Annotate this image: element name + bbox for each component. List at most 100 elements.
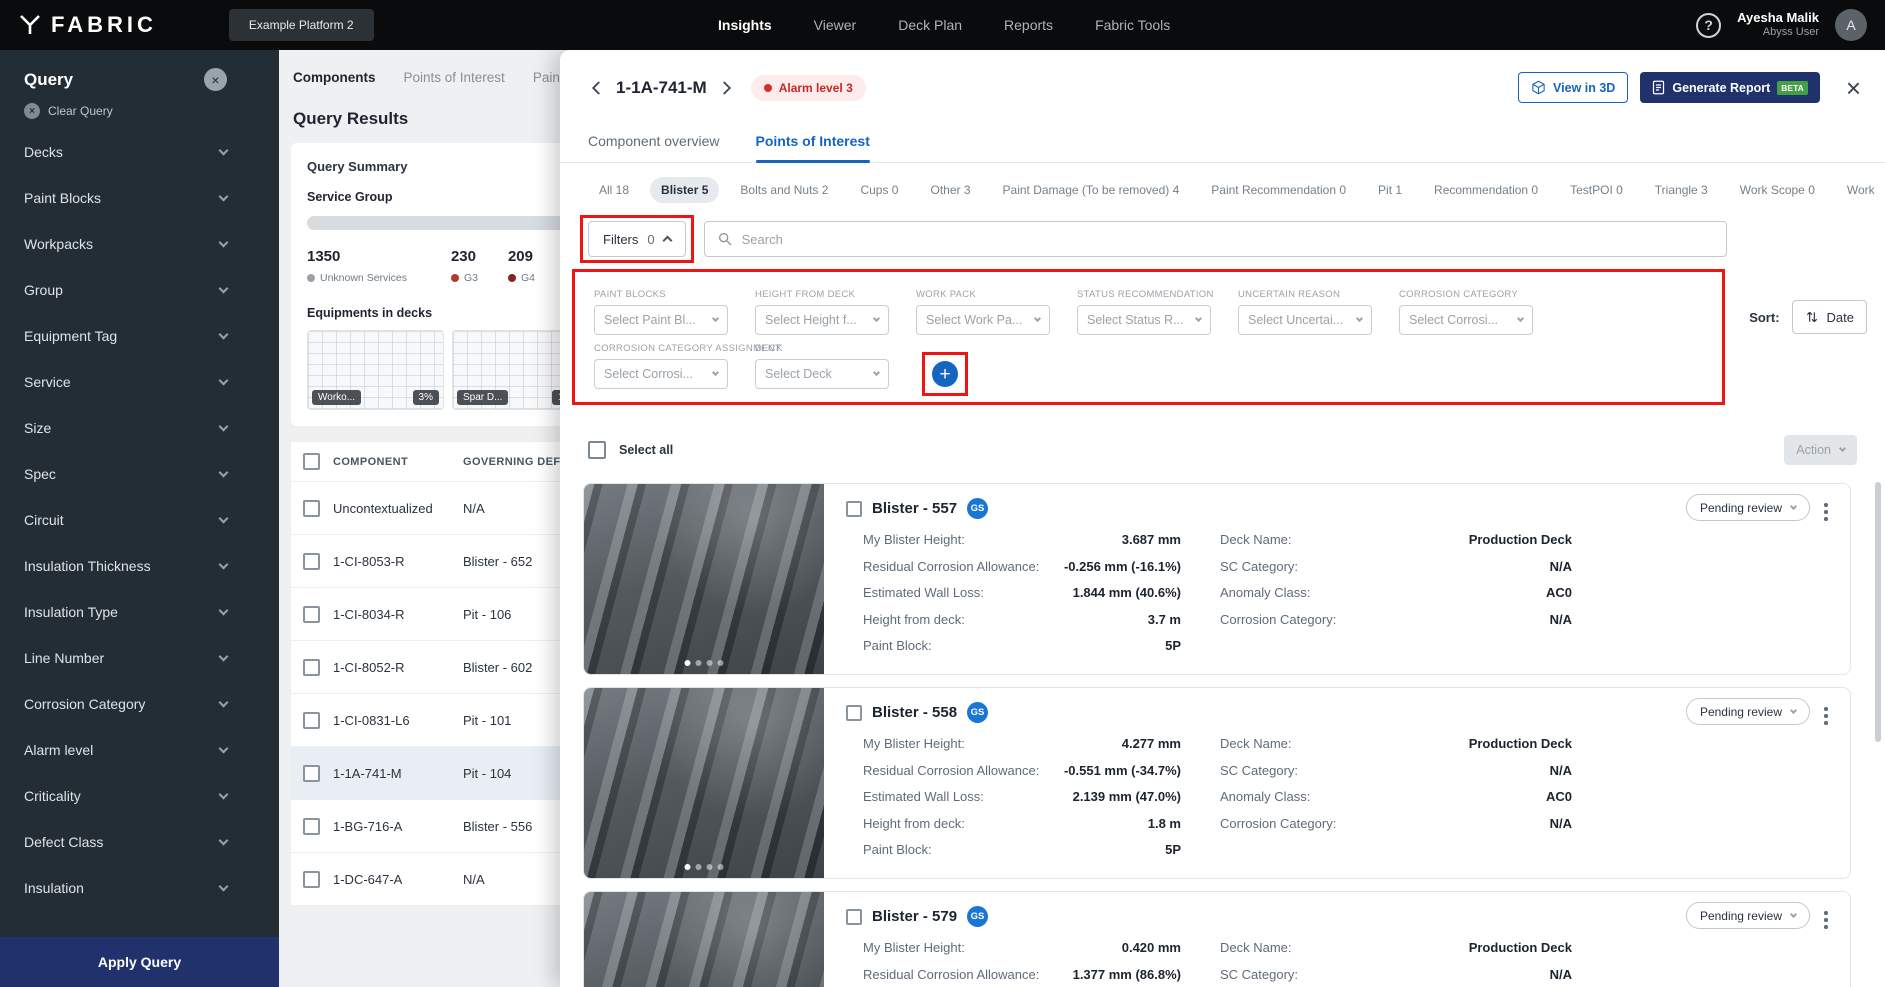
- sort-button[interactable]: Date: [1792, 300, 1867, 334]
- sidebar-accordion-item[interactable]: Insulation: [0, 865, 279, 911]
- poi-checkbox[interactable]: [846, 909, 862, 925]
- poi-photo[interactable]: [584, 688, 824, 878]
- sidebar-accordion-item[interactable]: Paint Blocks: [0, 175, 279, 221]
- filter-select[interactable]: Select Height f...: [755, 305, 889, 335]
- top-nav-item[interactable]: Viewer: [814, 17, 857, 33]
- poi-type-chip[interactable]: TestPOI 0: [1559, 177, 1634, 203]
- fabric-logo[interactable]: FABRIC: [18, 12, 157, 38]
- row-checkbox[interactable]: [303, 606, 320, 623]
- sidebar-accordion-item[interactable]: Spec: [0, 451, 279, 497]
- row-checkbox[interactable]: [303, 553, 320, 570]
- avatar[interactable]: A: [1835, 9, 1867, 41]
- close-panel-icon[interactable]: ×: [1846, 75, 1861, 101]
- poi-type-chip[interactable]: Other 3: [919, 177, 981, 203]
- sidebar-accordion-item[interactable]: Size: [0, 405, 279, 451]
- poi-photo[interactable]: [584, 484, 824, 674]
- detail-tab[interactable]: Points of Interest: [756, 133, 870, 162]
- poi-type-chip[interactable]: Bolts and Nuts 2: [729, 177, 839, 203]
- poi-type-chip[interactable]: Paint Recommendation 0: [1200, 177, 1357, 203]
- poi-type-chip[interactable]: Work Scope 0: [1729, 177, 1826, 203]
- poi-type-chip[interactable]: Paint Damage (To be removed) 4: [992, 177, 1191, 203]
- kebab-menu-icon[interactable]: [1818, 704, 1834, 728]
- detail-tabs: Component overview Points of Interest: [560, 103, 1885, 163]
- poi-type-chip[interactable]: Cups 0: [849, 177, 909, 203]
- apply-query-button[interactable]: Apply Query: [0, 937, 279, 987]
- poi-type-chip[interactable]: Pit 1: [1367, 177, 1413, 203]
- filter-select[interactable]: Select Corrosi...: [594, 359, 728, 389]
- clear-query-button[interactable]: × Clear Query: [0, 101, 279, 129]
- poi-checkbox[interactable]: [846, 501, 862, 517]
- filter-select[interactable]: Select Work Pa...: [916, 305, 1050, 335]
- results-tab[interactable]: Components: [293, 70, 376, 85]
- back-button[interactable]: [588, 79, 606, 97]
- help-icon[interactable]: ?: [1696, 13, 1721, 38]
- view-in-3d-button[interactable]: View in 3D: [1518, 72, 1628, 103]
- poi-photo[interactable]: [584, 892, 824, 987]
- row-checkbox[interactable]: [303, 818, 320, 835]
- sidebar-accordion-item[interactable]: Insulation Type: [0, 589, 279, 635]
- select-all-checkbox[interactable]: [588, 441, 606, 459]
- sidebar-accordion-item[interactable]: Circuit: [0, 497, 279, 543]
- sidebar-accordion-item[interactable]: Alarm level: [0, 727, 279, 773]
- filter-select[interactable]: Select Paint Bl...: [594, 305, 728, 335]
- status-dropdown[interactable]: Pending review: [1686, 698, 1810, 725]
- field-key: My Blister Height:: [863, 527, 965, 554]
- results-tab[interactable]: Points of Interest: [404, 70, 505, 85]
- add-filter-button[interactable]: +: [932, 361, 958, 387]
- poi-type-chip[interactable]: Recommendation 0: [1423, 177, 1549, 203]
- platform-badge[interactable]: Example Platform 2: [229, 9, 374, 41]
- carousel-dots[interactable]: [685, 660, 724, 666]
- sidebar-accordion-item[interactable]: Criticality: [0, 773, 279, 819]
- sidebar-accordion-item[interactable]: Defect Class: [0, 819, 279, 865]
- generate-report-button[interactable]: Generate Report BETA: [1640, 72, 1819, 103]
- detail-tab[interactable]: Component overview: [588, 133, 720, 162]
- poi-type-chip[interactable]: Work: [1836, 177, 1885, 203]
- kebab-menu-icon[interactable]: [1818, 500, 1834, 524]
- sidebar-accordion-item[interactable]: Insulation Thickness: [0, 543, 279, 589]
- kebab-menu-icon[interactable]: [1818, 908, 1834, 932]
- filter-select[interactable]: Select Status R...: [1077, 305, 1211, 335]
- carousel-dot-icon: [696, 864, 702, 870]
- poi-checkbox[interactable]: [846, 705, 862, 721]
- top-nav-item[interactable]: Fabric Tools: [1095, 17, 1170, 33]
- forward-button[interactable]: [717, 79, 735, 97]
- sidebar-accordion-item[interactable]: Corrosion Category: [0, 681, 279, 727]
- field-key: Anomaly Class:: [1220, 580, 1310, 607]
- row-checkbox[interactable]: [303, 659, 320, 676]
- top-nav-item[interactable]: Insights: [718, 17, 772, 33]
- row-checkbox[interactable]: [303, 871, 320, 888]
- filter-select[interactable]: Select Deck: [755, 359, 889, 389]
- deck-thumbnail[interactable]: Worko... 3%: [307, 330, 444, 410]
- sidebar-accordion-item[interactable]: Equipment Tag: [0, 313, 279, 359]
- stat-label: Unknown Services: [320, 272, 407, 284]
- close-query-icon[interactable]: ×: [204, 68, 227, 91]
- field-key: Residual Corrosion Allowance:: [863, 554, 1039, 581]
- top-nav-item[interactable]: Deck Plan: [898, 17, 962, 33]
- sidebar-accordion-item[interactable]: Service: [0, 359, 279, 405]
- filter-select[interactable]: Select Corrosi...: [1399, 305, 1533, 335]
- status-dropdown[interactable]: Pending review: [1686, 494, 1810, 521]
- carousel-dots[interactable]: [685, 864, 724, 870]
- filter-field: CORROSION CATEGORY Select Corrosi...: [1399, 289, 1533, 335]
- poi-type-chip[interactable]: Blister 5: [650, 177, 719, 203]
- poi-type-chip[interactable]: All 18: [588, 177, 640, 203]
- sidebar-accordion-item[interactable]: Decks: [0, 129, 279, 175]
- header-checkbox[interactable]: [303, 453, 320, 470]
- row-checkbox[interactable]: [303, 500, 320, 517]
- field-key: Residual Corrosion Allowance:: [863, 758, 1039, 785]
- poi-type-chip[interactable]: Triangle 3: [1644, 177, 1719, 203]
- generate-report-label: Generate Report: [1672, 81, 1770, 95]
- scrollbar[interactable]: [1875, 482, 1881, 742]
- status-dropdown[interactable]: Pending review: [1686, 902, 1810, 929]
- row-checkbox[interactable]: [303, 712, 320, 729]
- filter-select[interactable]: Select Uncertai...: [1238, 305, 1372, 335]
- sidebar-accordion-item[interactable]: Workpacks: [0, 221, 279, 267]
- top-nav-item[interactable]: Reports: [1004, 17, 1053, 33]
- sidebar-accordion-item[interactable]: Group: [0, 267, 279, 313]
- row-checkbox[interactable]: [303, 765, 320, 782]
- action-button[interactable]: Action: [1784, 435, 1857, 465]
- beta-badge: BETA: [1777, 81, 1808, 95]
- filters-toggle-button[interactable]: Filters 0: [588, 221, 686, 257]
- sidebar-accordion-item[interactable]: Line Number: [0, 635, 279, 681]
- search-input[interactable]: [742, 232, 1714, 247]
